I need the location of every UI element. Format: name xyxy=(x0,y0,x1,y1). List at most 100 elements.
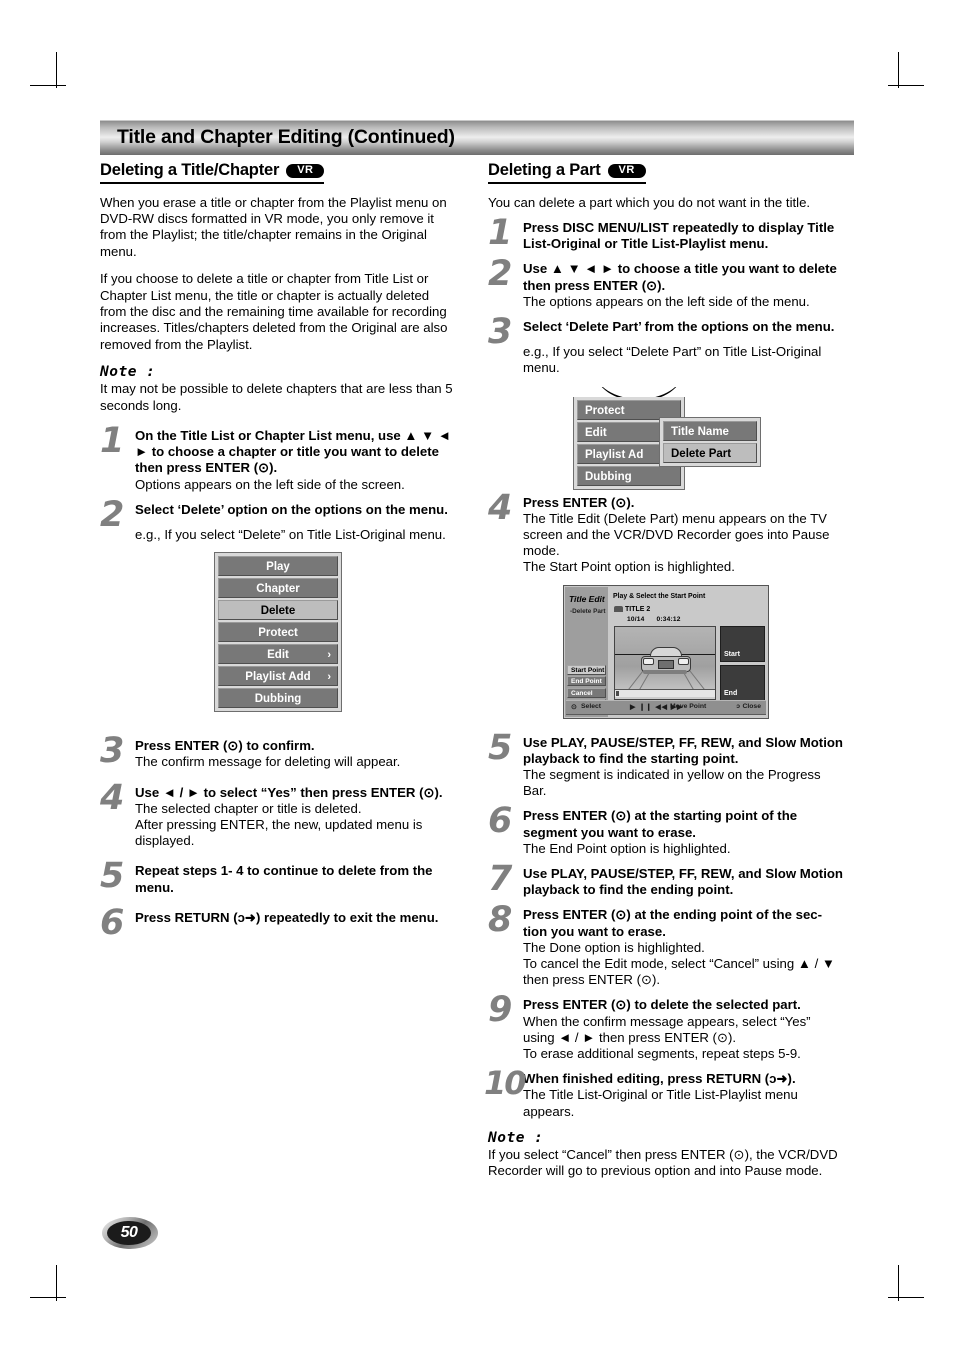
osd-item-delete-label: Delete xyxy=(260,605,296,618)
left-step-3: 3 Press ENTER (⊙) to confirm. The confir… xyxy=(100,734,456,770)
osd-item-playlist-add-label: Playlist Add xyxy=(245,671,311,684)
left-step-2-lead: Select ‘Delete’ option on the options on… xyxy=(135,501,448,517)
left-paragraph-2: If you choose to delete a title or chapt… xyxy=(100,271,448,352)
left-column: Deleting a Title/Chapter VR When you eras… xyxy=(100,162,456,940)
tv-button-cancel[interactable]: Cancel xyxy=(567,687,606,698)
disc-inner: 50 xyxy=(107,1221,151,1245)
right-step-9-sub-1: When the confirm message appears, select… xyxy=(523,1013,811,1045)
tv-button-start-point[interactable]: Start Point xyxy=(567,664,606,675)
right-step-4-lead: Press ENTER (⊙). xyxy=(523,494,635,510)
right-step-6-number: 6 xyxy=(488,801,512,842)
right-step-5-sub-1: The segment is indicated in yellow on th… xyxy=(523,766,821,799)
osd-item-play-label: Play xyxy=(266,561,290,574)
chapter-header: Title and Chapter Editing (Continued) xyxy=(100,120,854,155)
tv-title-label: TITLE 2 xyxy=(625,605,651,613)
right-step-7: 7 Use PLAY, PAUSE/STEP, FF, REW, and Slo… xyxy=(488,861,844,898)
crop-mark-bottom-left-h xyxy=(30,1297,66,1298)
left-step-6-lead: Press RETURN (ↄ➜) repeatedly to exit the… xyxy=(135,909,439,925)
left-heading-wrap: Deleting a Title/Chapter VR xyxy=(100,162,456,195)
crop-mark-top-right-v xyxy=(898,52,899,88)
progress-bar[interactable] xyxy=(615,688,715,697)
osd-item-playlist-add[interactable]: Playlist Add › xyxy=(218,666,338,687)
osd-item-edit[interactable]: Edit › xyxy=(218,644,338,665)
right-step-2-lead: Use ▲ ▼ ◄ ► to choose a title you want t… xyxy=(523,261,837,293)
page-content: Title and Chapter Editing (Continued) De… xyxy=(100,120,854,1270)
osd-subitem-title-name[interactable]: Title Name xyxy=(663,420,757,441)
right-heading-wrap: Deleting a Part VR xyxy=(488,162,844,195)
right-step-8-number: 8 xyxy=(488,900,512,941)
osd-item-playlist-add-label: Playlist Ad xyxy=(585,448,644,461)
left-step-1-sub-1: Options appears on the left side of the … xyxy=(135,476,405,492)
tv-duration: 0:34:12 xyxy=(656,615,681,623)
tv-move-point-label: Move Point xyxy=(670,702,707,710)
tv-video-preview xyxy=(614,625,716,700)
osd-subitem-delete-part[interactable]: Delete Part xyxy=(663,442,757,463)
tv-mode-title: Title Edit xyxy=(569,593,605,604)
osd-item-edit-label: Edit xyxy=(585,426,607,439)
tv-close-label: Close xyxy=(742,702,761,710)
osd-item-dubbing[interactable]: Dubbing xyxy=(218,688,338,709)
car-shadow xyxy=(643,669,687,674)
page-number: 50 xyxy=(120,1224,138,1241)
left-paragraph-1: When you erase a title or chapter from t… xyxy=(100,194,447,259)
tv-index: 10/14 xyxy=(627,615,645,623)
left-step-5-number: 5 xyxy=(100,856,124,897)
right-step-5: 5 Use PLAY, PAUSE/STEP, FF, REW, and Slo… xyxy=(488,730,844,800)
left-step-2-sub-1: e.g., If you select “Delete” on Title Li… xyxy=(135,526,446,542)
osd-item-dubbing[interactable]: Dubbing xyxy=(577,465,681,486)
chevron-right-icon: › xyxy=(327,671,331,684)
right-step-9-lead: Press ENTER (⊙) to delete the selected p… xyxy=(523,997,801,1013)
osd-item-protect[interactable]: Protect xyxy=(218,622,338,643)
tv-meta-row: 10/14 0:34:12 xyxy=(627,616,681,623)
right-step-7-number: 7 xyxy=(488,858,512,899)
tv-select-label: Select xyxy=(581,702,602,710)
right-step-1: 1 Press DISC MENU/LIST repeatedly to dis… xyxy=(488,215,844,252)
right-step-5-lead: Use PLAY, PAUSE/STEP, FF, REW, and Slow … xyxy=(523,734,843,766)
crop-mark-top-left-v xyxy=(56,52,57,88)
right-step-9-number: 9 xyxy=(488,990,512,1031)
left-step-2-number: 2 xyxy=(100,494,124,535)
disc-icon xyxy=(614,605,623,612)
right-step-2: 2 Use ▲ ▼ ◄ ► to choose a title you want… xyxy=(488,257,844,310)
right-step-2-number: 2 xyxy=(488,254,512,295)
osd-item-chapter[interactable]: Chapter xyxy=(218,578,338,599)
right-step-7-lead: Use PLAY, PAUSE/STEP, FF, REW, and Slow … xyxy=(523,865,843,898)
osd-item-play[interactable]: Play xyxy=(218,556,338,577)
tv-main-panel: Play & Select the Start Point TITLE 2 10… xyxy=(610,587,767,717)
tv-title-row: TITLE 2 xyxy=(614,605,651,613)
left-step-3-sub-1: The confirm message for deleting will ap… xyxy=(135,754,401,770)
car-headlight-left xyxy=(643,657,654,665)
right-step-6-sub-1: The End Point option is highlighted. xyxy=(523,840,731,856)
tv-screen-graphic: Title Edit -Delete Part Start Point End … xyxy=(563,584,769,719)
crop-mark-bottom-left-v xyxy=(56,1265,57,1301)
page-title: Title and Chapter Editing (Continued) xyxy=(117,126,455,148)
tv-pane-end: End xyxy=(720,664,765,701)
osd-item-delete[interactable]: Delete xyxy=(218,600,338,621)
left-step-4-sub-2: After pressing ENTER, the new, updated m… xyxy=(135,817,423,849)
right-step-8: 8 Press ENTER (⊙) at the ending point of… xyxy=(488,903,844,988)
left-note-text: It may not be possible to delete chapter… xyxy=(100,381,453,413)
left-step-3-lead: Press ENTER (⊙) to confirm. xyxy=(135,738,315,754)
osd-item-protect-label: Protect xyxy=(258,627,298,640)
right-note-label: Note : xyxy=(488,1129,544,1146)
osd-item-protect-label: Protect xyxy=(585,404,625,417)
right-step-8-lead: Press ENTER (⊙) at the ending point of t… xyxy=(523,907,823,939)
osd-subitem-title-name-label: Title Name xyxy=(671,425,729,438)
section-heading-deleting-a-part: Deleting a Part VR xyxy=(488,162,646,184)
left-step-4-lead: Use ◄ / ► to select “Yes” then press ENT… xyxy=(135,784,443,800)
osd-item-dubbing-label: Dubbing xyxy=(254,693,302,706)
right-step-4-number: 4 xyxy=(488,487,512,528)
osd-options-menu: Play Chapter Delete Protect Edit › Playl… xyxy=(214,552,342,713)
left-step-4-number: 4 xyxy=(100,777,124,818)
left-step-1-lead: On the Title List or Chapter List menu, … xyxy=(135,427,451,476)
left-note-label: Note : xyxy=(100,364,156,381)
left-step-3-number: 3 xyxy=(100,731,124,772)
osd-submenu-graphic-wrap: Protect Edit Playlist Ad Dubbing Title N… xyxy=(573,387,761,490)
left-step-5: 5 Repeat steps 1- 4 to continue to delet… xyxy=(100,859,456,895)
right-step-5-number: 5 xyxy=(488,727,512,768)
left-step-6-number: 6 xyxy=(100,902,124,943)
section-heading-deleting-title-chapter: Deleting a Title/Chapter VR xyxy=(100,162,325,184)
car-grille xyxy=(658,659,674,669)
right-step-3: 3 Select ‘Delete Part’ from the options … xyxy=(488,314,844,377)
tv-button-end-point[interactable]: End Point xyxy=(567,676,606,687)
